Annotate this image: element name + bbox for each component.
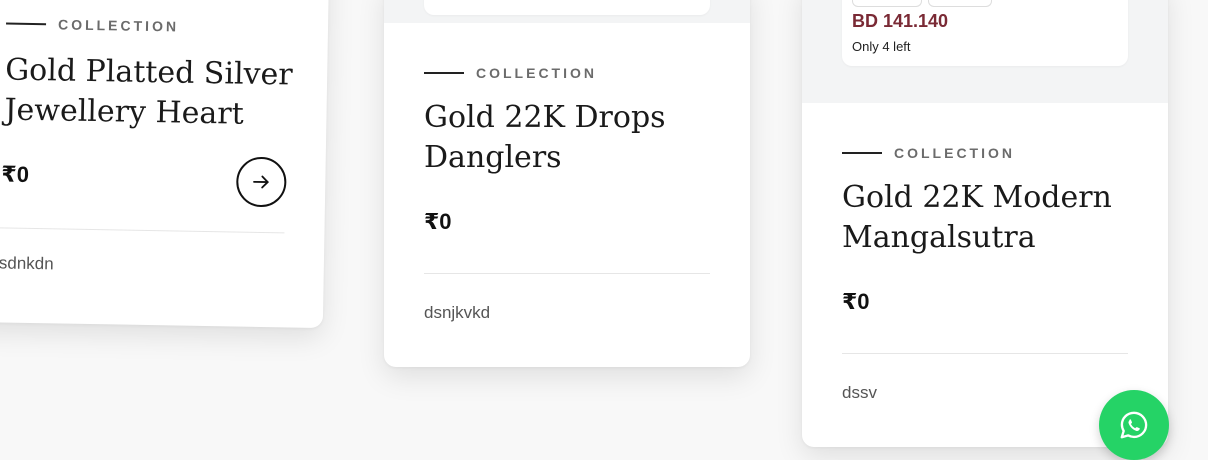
card-divider: [842, 353, 1128, 354]
product-title-line2: Mangalsutra: [842, 218, 1112, 258]
preview-panel[interactable]: BD 141.140 Only 4 left: [842, 0, 1128, 66]
product-price: ₹0: [842, 289, 870, 315]
image-area: [384, 0, 750, 23]
whatsapp-chat-button[interactable]: [1099, 390, 1169, 460]
eyebrow-rule: [424, 72, 464, 74]
view-product-button[interactable]: [236, 157, 287, 208]
product-card-3[interactable]: BD 141.140 Only 4 left COLLECTION Gold 2…: [802, 0, 1168, 447]
image-panel: [424, 0, 710, 15]
product-title[interactable]: Gold 22K Modern Mangalsutra: [842, 178, 1112, 258]
product-title[interactable]: Gold Platted Silver Jewellery Heart: [4, 51, 293, 136]
product-title-line1: Gold Platted Silver: [5, 51, 293, 96]
collection-eyebrow: COLLECTION: [424, 65, 597, 81]
eyebrow-rule: [6, 23, 46, 26]
collection-label: COLLECTION: [58, 16, 179, 34]
card-divider: [424, 273, 710, 274]
collection-eyebrow: COLLECTION: [842, 145, 1015, 161]
product-title[interactable]: Gold 22K Drops Danglers: [424, 98, 666, 178]
collection-eyebrow: COLLECTION: [6, 16, 179, 35]
arrow-right-icon: [250, 171, 272, 193]
product-price: ₹0: [424, 209, 452, 235]
whatsapp-icon: [1117, 408, 1151, 442]
stock-status: Only 4 left: [852, 39, 911, 54]
product-price: ₹0: [1, 161, 29, 187]
product-card-2[interactable]: COLLECTION Gold 22K Drops Danglers ₹0 ds…: [384, 0, 750, 367]
eyebrow-rule: [842, 152, 882, 154]
product-card-1[interactable]: COLLECTION Gold Platted Silver Jewellery…: [0, 0, 329, 328]
product-title-line2: Jewellery Heart: [4, 90, 292, 135]
product-title-line1: Gold 22K Drops: [424, 98, 666, 138]
product-description: dsnjkvkd: [424, 303, 490, 323]
product-description: dssv: [842, 383, 877, 403]
product-title-line2: Danglers: [424, 138, 666, 178]
preview-price: BD 141.140: [852, 11, 948, 32]
collection-label: COLLECTION: [476, 65, 597, 81]
option-chip[interactable]: [852, 0, 922, 7]
product-description: sdnkdn: [0, 253, 54, 274]
card-divider: [0, 227, 284, 233]
collection-label: COLLECTION: [894, 145, 1015, 161]
image-area: BD 141.140 Only 4 left: [802, 0, 1168, 103]
option-chip[interactable]: [928, 0, 992, 7]
product-title-line1: Gold 22K Modern: [842, 178, 1112, 218]
